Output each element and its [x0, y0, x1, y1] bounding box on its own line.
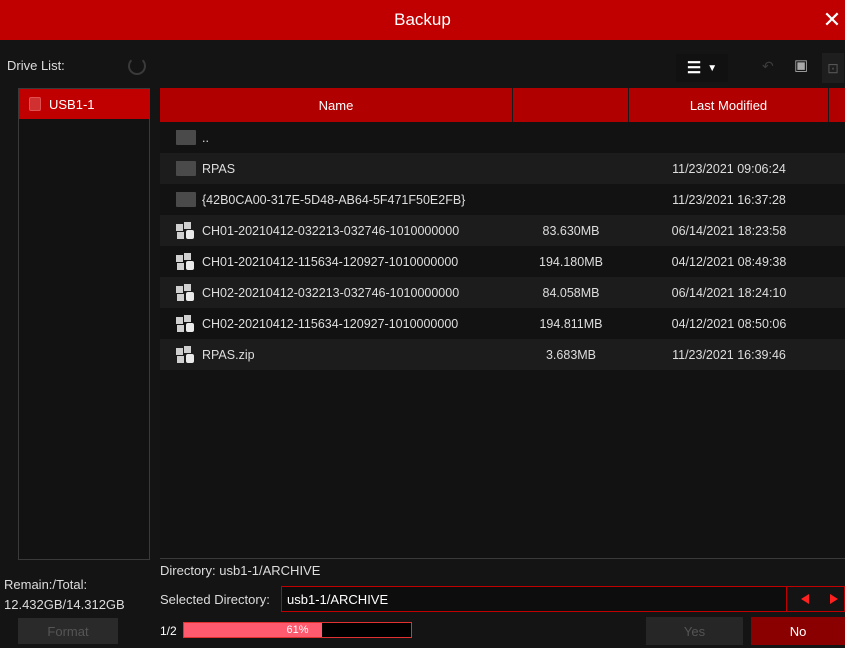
- remain-total-label: Remain:/Total:: [4, 577, 88, 592]
- encrypted-video-file-icon: [176, 314, 196, 333]
- file-name: ..: [202, 130, 209, 145]
- remain-total-value: 12.432GB/14.312GB: [4, 597, 125, 612]
- column-header-extra: [829, 88, 845, 122]
- title-bar: Backup ✕: [0, 0, 845, 40]
- usb-drive-icon: [29, 97, 41, 111]
- file-name: CH01-20210412-032213-032746-1010000000: [202, 223, 460, 238]
- new-folder-icon[interactable]: ▣: [794, 56, 808, 74]
- format-button[interactable]: Format: [18, 618, 118, 644]
- directory-path: usb1-1/ARCHIVE: [219, 563, 321, 578]
- directory-info: Directory: usb1-1/ARCHIVE: [160, 563, 320, 578]
- file-modified: 04/12/2021 08:50:06: [671, 316, 787, 331]
- column-header-size[interactable]: [513, 88, 629, 122]
- column-header-name[interactable]: Name: [160, 88, 513, 122]
- drive-list[interactable]: USB1-1: [18, 88, 150, 560]
- file-size: 83.630MB: [542, 223, 600, 238]
- file-name: RPAS: [202, 161, 236, 176]
- encrypted-video-file-icon: [176, 252, 196, 271]
- page-indicator: 1/2: [160, 624, 177, 638]
- close-icon[interactable]: ✕: [819, 5, 845, 35]
- window-title: Backup: [394, 10, 451, 29]
- table-row[interactable]: CH01-20210412-115634-120927-1010000000 1…: [160, 246, 845, 277]
- file-table: Name Last Modified .. RPAS 11/23/2021 09…: [160, 88, 845, 559]
- table-row[interactable]: CH02-20210412-032213-032746-1010000000 8…: [160, 277, 845, 308]
- file-name: CH01-20210412-115634-120927-1010000000: [202, 254, 459, 269]
- file-name: CH02-20210412-115634-120927-1010000000: [202, 316, 459, 331]
- drive-item-label: USB1-1: [49, 96, 95, 112]
- file-name: CH02-20210412-032213-032746-1010000000: [202, 285, 460, 300]
- drive-list-label: Drive List:: [7, 58, 65, 73]
- table-row[interactable]: CH01-20210412-032213-032746-1010000000 8…: [160, 215, 845, 246]
- selected-directory-label: Selected Directory:: [160, 592, 270, 607]
- lock-icon[interactable]: ⊡: [822, 53, 844, 83]
- back-icon[interactable]: ↶: [762, 58, 774, 75]
- file-name: {42B0CA00-317E-5D48-AB64-5F471F50E2FB}: [202, 192, 466, 207]
- file-size: 194.180MB: [539, 254, 603, 269]
- file-modified: 11/23/2021 09:06:24: [672, 161, 786, 176]
- directory-label: Directory:: [160, 563, 216, 578]
- encrypted-zip-file-icon: [176, 345, 196, 364]
- arrow-right-icon[interactable]: [830, 594, 838, 604]
- progress-percent: 61%: [286, 624, 309, 636]
- folder-icon: [176, 161, 196, 176]
- encrypted-video-file-icon: [176, 283, 196, 302]
- encrypted-video-file-icon: [176, 221, 196, 240]
- file-size: 194.811MB: [539, 316, 603, 331]
- file-modified: 11/23/2021 16:39:46: [672, 347, 786, 362]
- list-view-icon: ☰: [686, 60, 702, 77]
- file-modified: 06/14/2021 18:24:10: [671, 285, 787, 300]
- table-row[interactable]: ..: [160, 122, 845, 153]
- selected-directory-input[interactable]: [287, 591, 767, 607]
- view-mode-dropdown[interactable]: ☰ ▼: [676, 54, 728, 82]
- selected-directory-field[interactable]: [281, 586, 787, 612]
- file-name: RPAS.zip: [202, 347, 255, 362]
- refresh-icon[interactable]: [128, 57, 146, 75]
- table-row[interactable]: RPAS 11/23/2021 09:06:24: [160, 153, 845, 184]
- file-modified: 06/14/2021 18:23:58: [671, 223, 787, 238]
- file-size: 84.058MB: [542, 285, 600, 300]
- backup-progress-bar: 61%: [183, 622, 412, 638]
- file-modified: 11/23/2021 16:37:28: [672, 192, 786, 207]
- table-header: Name Last Modified: [160, 88, 845, 122]
- table-row[interactable]: CH02-20210412-115634-120927-1010000000 1…: [160, 308, 845, 339]
- arrow-left-icon[interactable]: [801, 594, 809, 604]
- table-row[interactable]: RPAS.zip 3.683MB 11/23/2021 16:39:46: [160, 339, 845, 370]
- yes-button[interactable]: Yes: [646, 617, 743, 645]
- file-modified: 04/12/2021 08:49:38: [671, 254, 787, 269]
- drive-item-usb1-1[interactable]: USB1-1: [19, 89, 149, 119]
- no-button[interactable]: No: [751, 617, 845, 645]
- chevron-down-icon: ▼: [707, 62, 718, 74]
- folder-icon: [176, 130, 196, 145]
- table-row[interactable]: {42B0CA00-317E-5D48-AB64-5F471F50E2FB} 1…: [160, 184, 845, 215]
- folder-icon: [176, 192, 196, 207]
- column-header-last-modified[interactable]: Last Modified: [629, 88, 829, 122]
- file-size: 3.683MB: [545, 347, 597, 362]
